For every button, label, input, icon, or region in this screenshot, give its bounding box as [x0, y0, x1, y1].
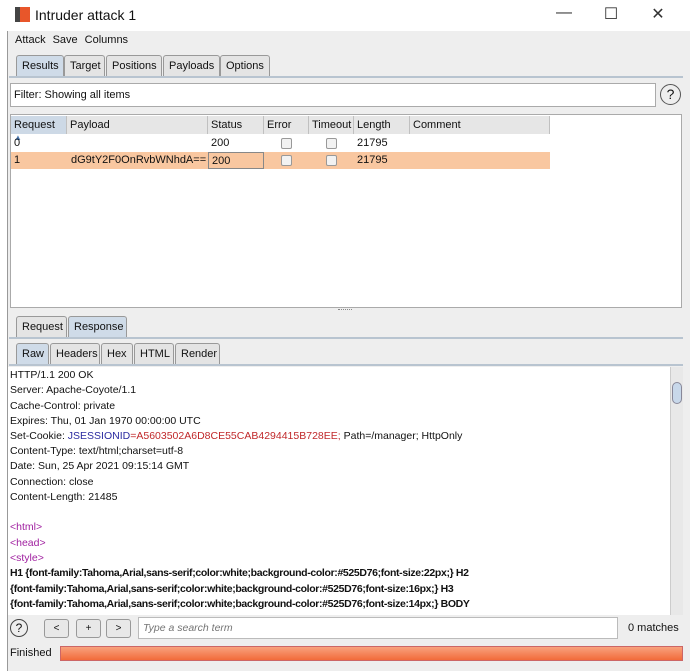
progress-fill [61, 647, 682, 660]
set-cookie-line: Set-Cookie: JSESSIONID=A5603502A6D8CE55C… [10, 430, 463, 442]
response-line: Expires: Thu, 01 Jan 1970 00:00:00 UTC [10, 415, 201, 427]
css-line: {font-family:Tahoma,Arial,sans-serif;col… [10, 583, 454, 595]
col-length[interactable]: Length [354, 116, 410, 134]
css-line: H1 {font-family:Tahoma,Arial,sans-serif;… [10, 567, 469, 579]
col-payload[interactable]: Payload [67, 116, 208, 134]
response-line: Server: Apache-Coyote/1.1 [10, 384, 137, 396]
tab-underline [9, 337, 683, 339]
col-comment[interactable]: Comment [410, 116, 550, 134]
burp-logo-icon [15, 7, 30, 22]
scrollbar[interactable] [670, 367, 683, 615]
response-line: Connection: close [10, 476, 94, 488]
timeout-checkbox[interactable] [326, 138, 337, 149]
window-title: Intruder attack 1 [35, 7, 137, 23]
menu-columns[interactable]: Columns [85, 34, 128, 46]
tab-payloads[interactable]: Payloads [163, 55, 220, 76]
response-line: Content-Length: 21485 [10, 491, 118, 503]
error-checkbox[interactable] [281, 155, 292, 166]
table-row-selected[interactable]: 1 dG9tY2F0OnRvbWNhdA== 200 21795 [11, 152, 550, 169]
help-icon[interactable]: ? [660, 84, 681, 105]
close-button[interactable]: ✕ [643, 4, 673, 24]
col-error[interactable]: Error [264, 116, 309, 134]
tab-html[interactable]: HTML [134, 343, 174, 364]
add-search-button[interactable]: + [76, 619, 101, 638]
col-timeout[interactable]: Timeout [309, 116, 354, 134]
prev-match-button[interactable]: < [44, 619, 69, 638]
minimize-button[interactable]: — [549, 4, 579, 22]
tab-raw[interactable]: Raw [16, 343, 49, 364]
next-match-button[interactable]: > [106, 619, 131, 638]
timeout-checkbox[interactable] [326, 155, 337, 166]
html-tag-line: <html> [10, 521, 43, 533]
css-line: {font-family:Tahoma,Arial,sans-serif;col… [10, 598, 470, 610]
tab-render[interactable]: Render [175, 343, 220, 364]
maximize-button[interactable]: ☐ [596, 4, 626, 24]
menu-bar: Attack Save Columns [15, 34, 128, 46]
col-status[interactable]: Status [208, 116, 264, 134]
table-row[interactable]: 0 200 21795 [11, 135, 550, 152]
tab-positions[interactable]: Positions [106, 55, 162, 76]
response-line: HTTP/1.1 200 OK [10, 369, 94, 381]
tab-response[interactable]: Response [68, 316, 127, 337]
help-icon[interactable]: ? [10, 619, 28, 637]
splitter-handle[interactable] [338, 309, 352, 311]
tab-target[interactable]: Target [64, 55, 105, 76]
response-line: Date: Sun, 25 Apr 2021 09:15:14 GMT [10, 460, 190, 472]
filter-bar[interactable]: Filter: Showing all items [10, 83, 656, 107]
tab-headers[interactable]: Headers [50, 343, 100, 364]
menu-attack[interactable]: Attack [15, 34, 46, 46]
col-request[interactable]: Request ▲ [11, 116, 67, 142]
error-checkbox[interactable] [281, 138, 292, 149]
tab-options[interactable]: Options [220, 55, 270, 76]
tab-hex[interactable]: Hex [101, 343, 133, 364]
tab-underline [9, 364, 683, 366]
html-tag-line: <style> [10, 552, 44, 564]
status-text: Finished [10, 647, 52, 659]
tab-underline [9, 76, 683, 78]
progress-bar [60, 646, 683, 661]
match-count: 0 matches [628, 622, 679, 634]
filter-text: Filter: Showing all items [14, 89, 131, 101]
search-input[interactable] [138, 617, 618, 639]
html-tag-line: <head> [10, 537, 46, 549]
tab-results[interactable]: Results [16, 55, 64, 76]
menu-save[interactable]: Save [53, 34, 78, 46]
response-line: Cache-Control: private [10, 400, 116, 412]
response-line: Content-Type: text/html;charset=utf-8 [10, 445, 184, 457]
scrollbar-thumb[interactable] [672, 382, 682, 404]
tab-request[interactable]: Request [16, 316, 67, 337]
